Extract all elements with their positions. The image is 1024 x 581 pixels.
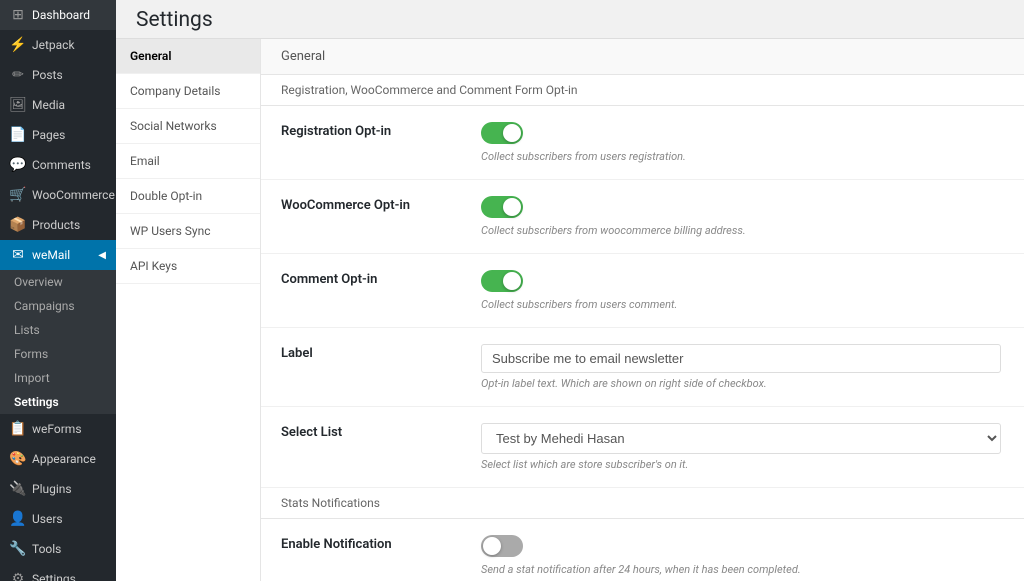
toggle-thumb: [483, 537, 501, 555]
sidebar-item-pages[interactable]: 📄 Pages: [0, 120, 116, 150]
woocommerce-optin-desc: Collect subscribers from woocommerce bil…: [481, 224, 1004, 237]
sidebar-item-dashboard[interactable]: ⊞ Dashboard: [0, 0, 116, 30]
dashboard-icon: ⊞: [10, 7, 26, 23]
woocommerce-optin-row: WooCommerce Opt-in Collect subscribers f…: [261, 180, 1024, 254]
sidebar-item-overview[interactable]: Overview: [0, 270, 116, 294]
sidebar-item-campaigns[interactable]: Campaigns: [0, 294, 116, 318]
enable-notification-row: Enable Notification Send a stat notifica…: [261, 519, 1024, 581]
page-header: Settings: [116, 0, 1024, 39]
registration-optin-control: Collect subscribers from users registrat…: [481, 122, 1004, 163]
toggle-thumb: [503, 198, 521, 216]
comment-optin-row: Comment Opt-in Collect subscribers from …: [261, 254, 1024, 328]
select-list-desc: Select list which are store subscriber's…: [481, 458, 1004, 471]
sidebar: ⊞ Dashboard ⚡ Jetpack ✏ Posts 🖼 Media 📄 …: [0, 0, 116, 581]
comment-optin-desc: Collect subscribers from users comment.: [481, 298, 1004, 311]
wemail-icon: ✉: [10, 247, 26, 263]
weforms-icon: 📋: [10, 421, 26, 437]
enable-notification-toggle[interactable]: [481, 535, 523, 557]
plugins-icon: 🔌: [10, 481, 26, 497]
tab-api-keys[interactable]: API Keys: [116, 249, 260, 284]
registration-optin-label: Registration Opt-in: [281, 122, 481, 139]
tab-company-details[interactable]: Company Details: [116, 74, 260, 109]
optin-section-header: Registration, WooCommerce and Comment Fo…: [261, 75, 1024, 106]
page-title: Settings: [136, 8, 1004, 32]
sidebar-item-plugins[interactable]: 🔌 Plugins: [0, 474, 116, 504]
sidebar-item-settings-sub[interactable]: Settings ←: [0, 390, 116, 414]
sidebar-item-users[interactable]: 👤 Users: [0, 504, 116, 534]
products-icon: 📦: [10, 217, 26, 233]
jetpack-icon: ⚡: [10, 37, 26, 53]
toggle-track: [481, 196, 523, 218]
main-area: Settings General Company Details Social …: [116, 0, 1024, 581]
sidebar-item-products[interactable]: 📦 Products: [0, 210, 116, 240]
toggle-thumb: [503, 124, 521, 142]
toggle-track: [481, 535, 523, 557]
appearance-icon: 🎨: [10, 451, 26, 467]
sidebar-item-woocommerce[interactable]: 🛒 WooCommerce: [0, 180, 116, 210]
comment-optin-label: Comment Opt-in: [281, 270, 481, 287]
tab-double-optin[interactable]: Double Opt-in: [116, 179, 260, 214]
woocommerce-icon: 🛒: [10, 187, 26, 203]
stats-section-header: Stats Notifications: [261, 488, 1024, 519]
woocommerce-optin-control: Collect subscribers from woocommerce bil…: [481, 196, 1004, 237]
tab-email[interactable]: Email: [116, 144, 260, 179]
label-field-desc: Opt-in label text. Which are shown on ri…: [481, 377, 1004, 390]
select-list-label: Select List: [281, 423, 481, 440]
registration-optin-row: Registration Opt-in Collect subscribers …: [261, 106, 1024, 180]
media-icon: 🖼: [10, 97, 26, 113]
registration-optin-desc: Collect subscribers from users registrat…: [481, 150, 1004, 163]
sidebar-item-wemail[interactable]: ✉ weMail ◀: [0, 240, 116, 270]
tools-icon: 🔧: [10, 541, 26, 557]
users-icon: 👤: [10, 511, 26, 527]
enable-notification-control: Send a stat notification after 24 hours,…: [481, 535, 1004, 576]
settings-icon: ⚙: [10, 571, 26, 581]
chevron-icon: ◀: [98, 250, 106, 261]
pages-icon: 📄: [10, 127, 26, 143]
comment-optin-toggle[interactable]: [481, 270, 523, 292]
sidebar-item-settings[interactable]: ⚙ Settings: [0, 564, 116, 581]
sidebar-item-lists[interactable]: Lists: [0, 318, 116, 342]
comments-icon: 💬: [10, 157, 26, 173]
registration-optin-toggle[interactable]: [481, 122, 523, 144]
woocommerce-optin-label: WooCommerce Opt-in: [281, 196, 481, 213]
wemail-submenu: Overview Campaigns Lists Forms Import Se…: [0, 270, 116, 414]
posts-icon: ✏: [10, 67, 26, 83]
select-list-control: Test by Mehedi Hasan Select list which a…: [481, 423, 1004, 471]
label-field-label: Label: [281, 344, 481, 361]
sidebar-item-forms[interactable]: Forms: [0, 342, 116, 366]
content-area: General Company Details Social Networks …: [116, 39, 1024, 581]
select-list-row: Select List Test by Mehedi Hasan Select …: [261, 407, 1024, 488]
section-general-header: General: [261, 39, 1024, 75]
label-row: Label Opt-in label text. Which are shown…: [261, 328, 1024, 407]
woocommerce-optin-toggle[interactable]: [481, 196, 523, 218]
toggle-track: [481, 122, 523, 144]
toggle-thumb: [503, 272, 521, 290]
sidebar-item-posts[interactable]: ✏ Posts: [0, 60, 116, 90]
select-list-dropdown[interactable]: Test by Mehedi Hasan: [481, 423, 1001, 454]
sidebar-item-import[interactable]: Import: [0, 366, 116, 390]
tab-general[interactable]: General: [116, 39, 260, 74]
toggle-track: [481, 270, 523, 292]
enable-notification-label: Enable Notification: [281, 535, 481, 552]
sidebar-item-weforms[interactable]: 📋 weForms: [0, 414, 116, 444]
comment-optin-control: Collect subscribers from users comment.: [481, 270, 1004, 311]
sidebar-item-tools[interactable]: 🔧 Tools: [0, 534, 116, 564]
sidebar-item-appearance[interactable]: 🎨 Appearance: [0, 444, 116, 474]
tab-wp-users-sync[interactable]: WP Users Sync: [116, 214, 260, 249]
tab-social-networks[interactable]: Social Networks: [116, 109, 260, 144]
settings-content-panel: General Registration, WooCommerce and Co…: [261, 39, 1024, 581]
enable-notification-desc: Send a stat notification after 24 hours,…: [481, 563, 1004, 576]
sidebar-item-jetpack[interactable]: ⚡ Jetpack: [0, 30, 116, 60]
sidebar-item-media[interactable]: 🖼 Media: [0, 90, 116, 120]
label-field-control: Opt-in label text. Which are shown on ri…: [481, 344, 1004, 390]
sidebar-item-comments[interactable]: 💬 Comments: [0, 150, 116, 180]
settings-tabs-panel: General Company Details Social Networks …: [116, 39, 261, 581]
label-input[interactable]: [481, 344, 1001, 373]
